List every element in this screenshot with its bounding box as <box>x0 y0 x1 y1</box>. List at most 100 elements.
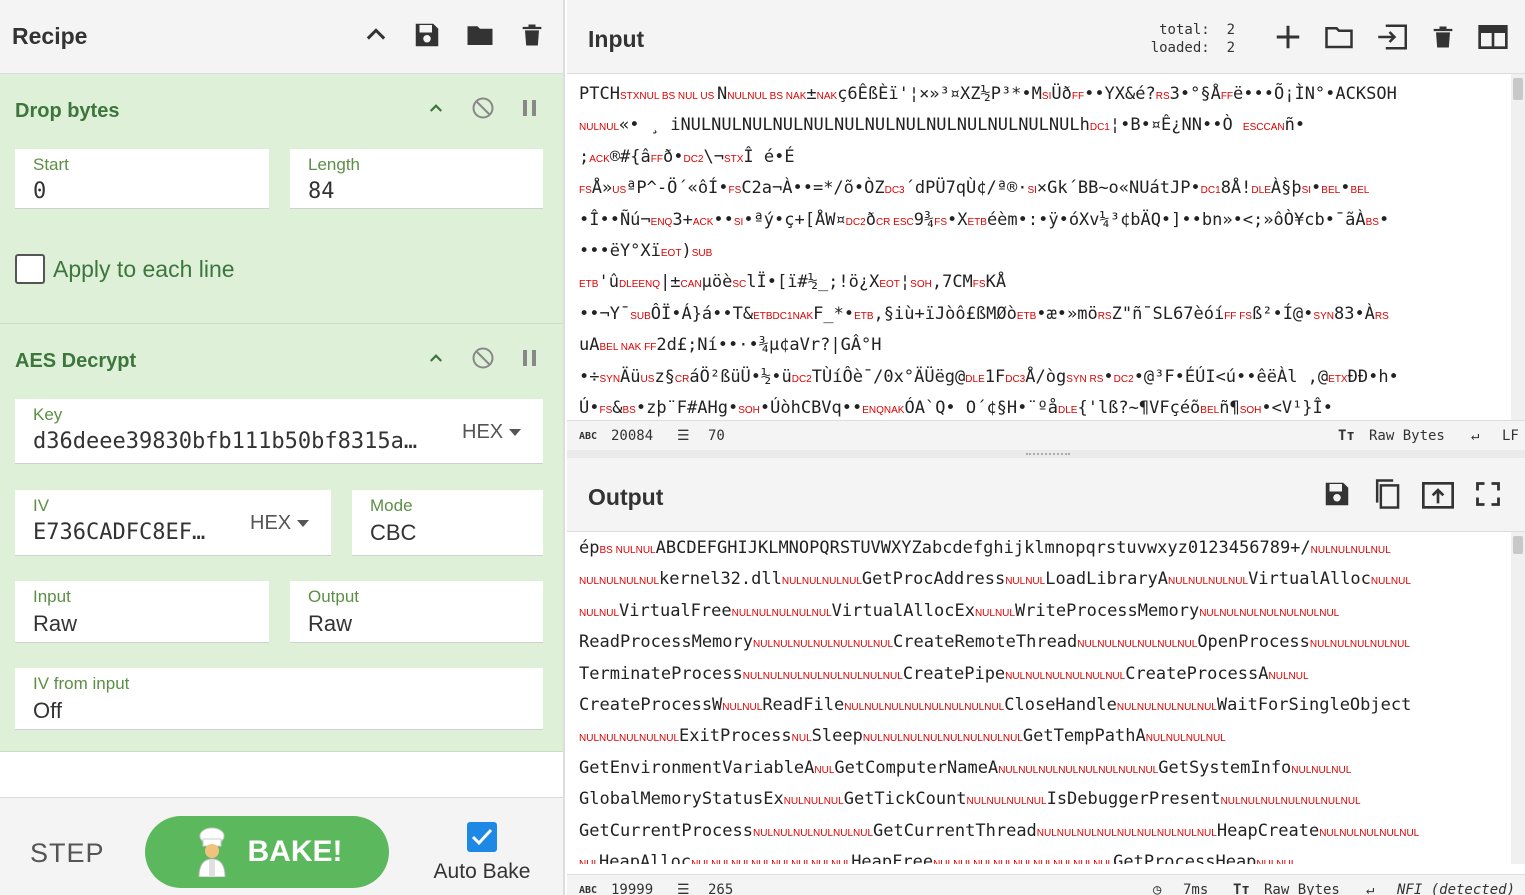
input-text-segment: • <box>1311 178 1322 199</box>
control-char: ENQ <box>650 216 673 228</box>
mode-field[interactable]: Mode CBC <box>352 490 543 556</box>
control-char: NULNULNULNULNULNULNUL <box>753 639 894 651</box>
add-tab-icon[interactable] <box>1273 22 1303 52</box>
input-line: •Î••Ñú¬ENQ3+ACK••SI•ªý•ç+[ÅW¤DC2ðCR ESC9… <box>579 206 1507 237</box>
splitter-grip[interactable] <box>1026 453 1070 455</box>
maximise-icon[interactable] <box>1474 480 1502 508</box>
output-format-label[interactable]: Raw Bytes <box>1264 882 1340 895</box>
control-char: ETB <box>1016 310 1037 322</box>
control-char: BS <box>622 405 636 417</box>
control-char: SYN <box>599 373 621 385</box>
save-output-icon[interactable] <box>1322 479 1352 509</box>
output-text-segment: CreatePipe <box>902 663 1006 684</box>
control-char: SI <box>1041 91 1052 102</box>
input-scroll-thumb[interactable] <box>1513 78 1523 100</box>
bake-label: BAKE! <box>247 835 343 868</box>
iv-format-dropdown[interactable]: HEX <box>250 512 310 535</box>
input-eol-label[interactable]: LF <box>1502 428 1519 444</box>
iv-from-input-value[interactable]: Off <box>33 698 62 724</box>
lines-icon: ☰ <box>677 428 690 444</box>
auto-bake-option[interactable]: Auto Bake <box>432 822 532 884</box>
bake-button[interactable]: BAKE! <box>145 816 389 888</box>
key-format-label: HEX <box>462 421 504 443</box>
control-char: NULNULNULNULNULNUL <box>753 827 874 839</box>
input-text-segment: & <box>612 398 623 418</box>
control-char: NULNULNULNUL <box>1310 545 1391 556</box>
drop-bytes-title: Drop bytes <box>15 100 120 122</box>
layout-icon[interactable] <box>1477 23 1509 51</box>
text-format-icon: Tт <box>1233 882 1250 895</box>
key-value[interactable]: d36deee39830bfb111b50bf8315a… <box>33 429 428 454</box>
length-value[interactable]: 84 <box>308 179 335 204</box>
trash-icon[interactable] <box>518 20 546 50</box>
input-text-segment: •••ëY°Xï <box>579 241 661 262</box>
input-text-segment: ,7CM <box>931 272 973 293</box>
disable-icon[interactable] <box>471 96 495 120</box>
copy-icon[interactable] <box>1372 478 1402 510</box>
input-format-label[interactable]: Raw Bytes <box>1369 428 1445 444</box>
output-text-segment: CreateProcessA <box>1125 663 1269 684</box>
start-field[interactable]: Start 0 <box>15 149 269 209</box>
output-scroll-thumb[interactable] <box>1513 536 1523 554</box>
collapse-icon[interactable] <box>427 349 445 367</box>
output-scrollbar[interactable] <box>1511 532 1525 864</box>
iv-field[interactable]: IV E736CADFC8EF… HEX <box>15 490 331 556</box>
input-text-segment: \¬ <box>703 146 724 167</box>
output-line: épBS NULNULABCDEFGHIJKLMNOPQRSTUVWXYZabc… <box>579 534 1507 565</box>
step-button[interactable]: STEP <box>30 838 105 869</box>
input-text-segment: éèm•:•ÿ•óXv¼³¢bÄQ•]••bn»•<;»ôÒ¥cb•¯ãÀ <box>986 209 1366 230</box>
key-field[interactable]: Key d36deee39830bfb111b50bf8315a… HEX <box>15 399 543 464</box>
total-value: 2 <box>1226 22 1235 38</box>
output-text-segment: kernel32.dll <box>659 569 782 590</box>
apply-each-line-option[interactable]: Apply to each line <box>15 254 235 284</box>
mode-value[interactable]: CBC <box>370 520 416 546</box>
input-text-segment: µöè <box>701 272 733 293</box>
control-char: RS <box>1374 310 1389 322</box>
iv-value[interactable]: E736CADFC8EF… <box>33 520 223 545</box>
control-char: NULNULNULNULNULNULNULNUL <box>862 733 1023 745</box>
output-format-field[interactable]: Output Raw <box>290 581 543 643</box>
chevron-up-icon[interactable] <box>362 21 390 49</box>
output-textarea[interactable]: épBS NULNULABCDEFGHIJKLMNOPQRSTUVWXYZabc… <box>579 534 1507 864</box>
key-format-dropdown[interactable]: HEX <box>462 421 522 444</box>
output-line: GetEnvironmentVariableANULGetComputerNam… <box>579 754 1507 785</box>
save-icon[interactable] <box>412 20 442 50</box>
input-textarea[interactable]: PTCHSTXNUL BS NUL US NNULNUL BS NAK±NAKç… <box>579 80 1507 418</box>
control-char: ETB <box>967 216 987 228</box>
input-text-segment: ) <box>681 241 692 262</box>
input-text-segment: •@³F•ÉÚI<ú••êëÀl ,@ <box>1133 366 1329 387</box>
auto-bake-checkbox[interactable] <box>467 822 497 852</box>
input-text-segment: lÏ•[ï#½_;!ö¿X <box>746 272 880 293</box>
input-scrollbar[interactable] <box>1511 74 1525 420</box>
clear-input-icon[interactable] <box>1429 22 1457 52</box>
control-char: DLEENQ <box>618 279 661 291</box>
start-value[interactable]: 0 <box>33 179 46 204</box>
output-line: NULHeapAllocNULNULNULNULNULNULNULNULHeap… <box>579 848 1507 864</box>
output-eol-label[interactable]: NFI (detected) <box>1397 882 1515 895</box>
input-format-field[interactable]: Input Raw <box>15 581 269 643</box>
disable-icon[interactable] <box>471 346 495 370</box>
iv-from-input-field[interactable]: IV from input Off <box>15 668 543 730</box>
pane-splitter[interactable] <box>567 450 1525 458</box>
open-file-icon[interactable] <box>1375 22 1409 52</box>
input-format-value[interactable]: Raw <box>33 611 77 637</box>
folder-icon[interactable] <box>464 20 496 50</box>
input-text-segment: ç6ÊßÈï'¦×»³¤XZ½P³* <box>837 84 1022 104</box>
length-field[interactable]: Length 84 <box>290 149 543 209</box>
control-char: SOH <box>910 279 932 291</box>
collapse-icon[interactable] <box>427 99 445 117</box>
control-char: ETB <box>579 279 599 291</box>
open-folder-icon[interactable] <box>1323 22 1355 52</box>
control-char: RS <box>1155 91 1170 102</box>
control-char: NULNULNULNULNULNULNULNUL <box>742 670 903 682</box>
abc-icon: ABC <box>579 431 598 442</box>
output-format-value[interactable]: Raw <box>308 611 352 637</box>
input-text-segment: M <box>1031 84 1042 104</box>
breakpoint-icon[interactable] <box>521 98 539 118</box>
input-text-segment: ë•••Õ¡ÌN° <box>1233 84 1326 104</box>
replace-input-icon[interactable] <box>1422 479 1454 509</box>
apply-each-line-checkbox[interactable] <box>15 254 45 284</box>
control-char: DC1 <box>1200 185 1221 197</box>
breakpoint-icon[interactable] <box>521 348 539 368</box>
control-char: NUL <box>791 733 812 745</box>
